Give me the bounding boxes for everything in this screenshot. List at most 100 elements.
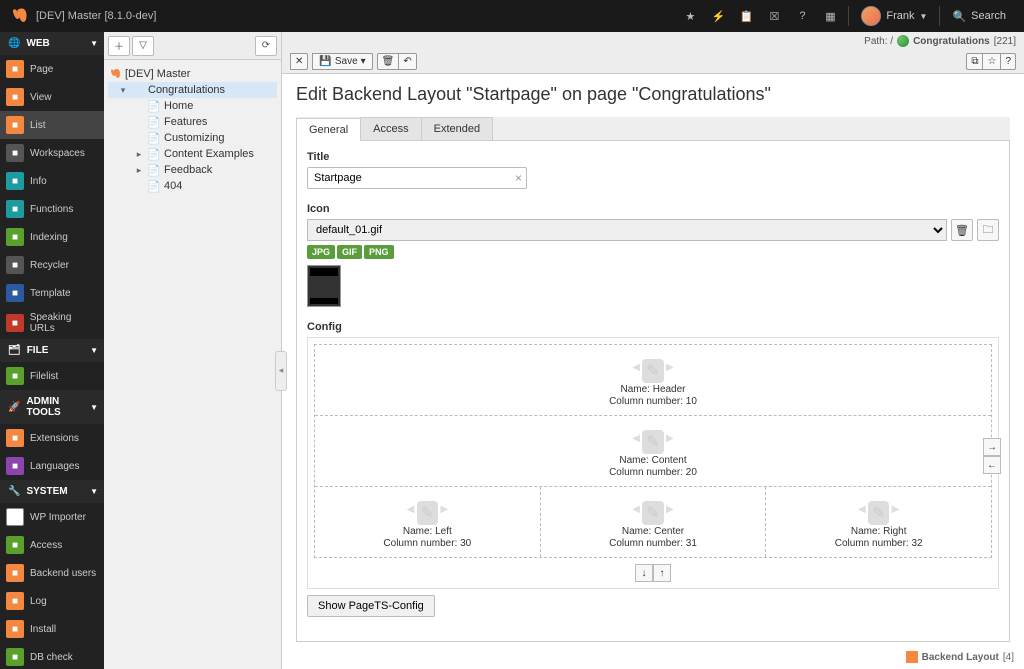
delete-icon-button[interactable]: 🗑 [951, 219, 973, 241]
show-pagets-button[interactable]: Show PageTS-Config [307, 595, 435, 617]
module-item-list[interactable]: ■List [0, 111, 104, 139]
module-item-template[interactable]: ■Template [0, 279, 104, 307]
expand-icon[interactable]: ▸ [134, 165, 144, 176]
undo-button[interactable]: ↶ [398, 53, 416, 70]
clear-input-icon[interactable]: × [515, 171, 522, 185]
edit-cell-icon[interactable]: ✎ [417, 501, 438, 525]
refresh-icon[interactable]: ⟳ [255, 36, 277, 56]
module-item-speaking-urls[interactable]: ■Speaking URLs [0, 307, 104, 339]
tabs: GeneralAccessExtended [296, 117, 1010, 141]
edit-cell-icon[interactable]: ✎ [642, 359, 663, 383]
module-icon: ■ [6, 457, 24, 475]
grid-cell[interactable]: ✎Name: CenterColumn number: 31 [541, 487, 767, 557]
tree-node[interactable]: ▸📄Feedback [108, 162, 277, 178]
grid-cell[interactable]: ✎Name: LeftColumn number: 30 [315, 487, 541, 557]
modgroup-system[interactable]: 🔧 SYSTEM ▼ [0, 480, 104, 503]
module-icon: ■ [6, 256, 24, 274]
module-label: Backend users [30, 568, 96, 579]
save-button[interactable]: 💾 Save ▾ [312, 53, 372, 70]
close-button[interactable]: ✕ [290, 53, 308, 70]
edit-cell-icon[interactable]: ✎ [642, 430, 663, 454]
module-item-recycler[interactable]: ■Recycler [0, 251, 104, 279]
module-item-backend-users[interactable]: ■ Backend users [0, 559, 104, 587]
module-item-view[interactable]: ■View [0, 83, 104, 111]
module-item-workspaces[interactable]: ■Workspaces [0, 139, 104, 167]
shortcut-group: ⧉ ☆ ? [966, 53, 1016, 70]
module-item-filelist[interactable]: ■Filelist [0, 362, 104, 390]
tree-node-selected[interactable]: ▾ Congratulations [108, 82, 277, 98]
config-label: Config [307, 321, 999, 333]
allowed-types: JPGGIFPNG [307, 245, 999, 259]
new-page-icon[interactable]: ＋ [108, 36, 130, 56]
csh-help-button[interactable]: ? [1000, 53, 1016, 70]
chevron-down-icon: ▼ [90, 403, 98, 412]
help-icon[interactable]: ? [788, 0, 816, 32]
remove-column-button[interactable]: ← [983, 456, 1001, 474]
tree-root[interactable]: [DEV] Master [108, 66, 277, 82]
web-icon: 🌐 [8, 38, 20, 49]
module-icon: ■ [6, 172, 24, 190]
tab-access[interactable]: Access [360, 117, 421, 140]
close-group: ✕ [290, 53, 308, 70]
modgroup-web[interactable]: 🌐 WEB ▼ [0, 32, 104, 55]
clear-cache-icon[interactable]: ☒ [760, 0, 788, 32]
bookmark-button[interactable]: ☆ [982, 53, 1001, 70]
module-item-indexing[interactable]: ■Indexing [0, 223, 104, 251]
user-menu[interactable]: Frank ▼ [853, 6, 935, 26]
collapse-icon[interactable]: ▾ [118, 85, 128, 96]
module-item-install[interactable]: ■Install [0, 615, 104, 643]
module-item-page[interactable]: ■Page [0, 55, 104, 83]
module-label: Languages [30, 461, 80, 472]
edit-cell-icon[interactable]: ✎ [868, 501, 889, 525]
grid-cell[interactable]: ✎Name: RightColumn number: 32 [766, 487, 991, 557]
modgroup-admin[interactable]: 🚀 ADMIN TOOLS ▼ [0, 390, 104, 424]
chevron-down-icon: ▼ [920, 12, 928, 21]
module-item-db-check[interactable]: ■DB check [0, 643, 104, 669]
module-label: Indexing [30, 232, 68, 243]
title-label: Title [307, 151, 999, 163]
module-item-functions[interactable]: ■Functions [0, 195, 104, 223]
tree-node[interactable]: 📄Home [108, 98, 277, 114]
tree-node[interactable]: 📄404 [108, 178, 277, 194]
bookmark-star-icon[interactable]: ★ [676, 0, 704, 32]
grid-cell[interactable]: ✎Name: ContentColumn number: 20 [315, 416, 991, 486]
module-item-languages[interactable]: ■ Languages [0, 452, 104, 480]
tab-general[interactable]: General [296, 118, 361, 141]
open-new-window-button[interactable]: ⧉ [966, 53, 983, 70]
tree-node[interactable]: 📄Features [108, 114, 277, 130]
module-icon: ■ [6, 592, 24, 610]
icon-select[interactable]: default_01.gif [307, 219, 947, 241]
application-icon[interactable]: ▦ [816, 0, 844, 32]
module-item-log[interactable]: ■Log [0, 587, 104, 615]
module-item-extensions[interactable]: ■Extensions [0, 424, 104, 452]
delete-button[interactable]: 🗑 [377, 53, 400, 70]
browse-icon-button[interactable]: 🗀 [977, 219, 999, 241]
filter-icon[interactable]: ▽ [132, 36, 154, 56]
module-label: View [30, 92, 52, 103]
search-label: Search [971, 10, 1006, 22]
tree-node[interactable]: ▸📄Content Examples [108, 146, 277, 162]
grid-cell[interactable]: ✎Name: HeaderColumn number: 10 [315, 345, 991, 415]
search-icon: 🔍 [952, 10, 966, 23]
modgroup-file[interactable]: 🗂 FILE ▼ [0, 339, 104, 362]
flash-icon[interactable]: ⚡ [704, 0, 732, 32]
config-wizard: ✎Name: HeaderColumn number: 10✎Name: Con… [307, 337, 999, 589]
add-column-button[interactable]: → [983, 438, 1001, 456]
title-input[interactable] [307, 167, 527, 189]
module-item-info[interactable]: ■Info [0, 167, 104, 195]
toolbar-search[interactable]: 🔍 Search [944, 10, 1014, 23]
add-row-button[interactable]: ↓ [635, 564, 653, 582]
splitter-handle[interactable]: ◂ [275, 351, 287, 391]
edit-cell-icon[interactable]: ✎ [642, 501, 663, 525]
remove-row-button[interactable]: ↑ [653, 564, 671, 582]
expand-icon[interactable]: ▸ [134, 149, 144, 160]
module-item-wp-importer[interactable]: ■WP Importer [0, 503, 104, 531]
module-icon: ■ [6, 564, 24, 582]
tab-extended[interactable]: Extended [421, 117, 493, 140]
page-icon: 📄 [147, 147, 161, 161]
module-item-access[interactable]: ■Access [0, 531, 104, 559]
module-label: Filelist [30, 371, 58, 382]
clipboard-icon[interactable]: 📋 [732, 0, 760, 32]
module-label: Speaking URLs [30, 312, 98, 334]
tree-node[interactable]: 📄Customizing [108, 130, 277, 146]
